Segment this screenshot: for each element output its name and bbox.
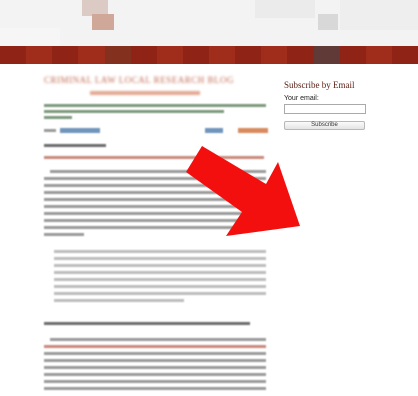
nav-item[interactable] <box>104 46 131 64</box>
article-meta-line <box>90 91 200 95</box>
comments-link[interactable] <box>44 144 106 147</box>
paragraph-line <box>50 338 266 341</box>
main-nav-bar[interactable] <box>0 46 418 64</box>
paragraph-line <box>44 233 84 236</box>
nav-item[interactable] <box>391 46 418 64</box>
paragraph-line <box>44 387 266 390</box>
nav-item[interactable] <box>313 46 340 64</box>
quote-line <box>54 285 266 288</box>
nav-item[interactable] <box>0 46 27 64</box>
share-button[interactable] <box>60 128 100 133</box>
nav-item[interactable] <box>182 46 209 64</box>
subscribe-button[interactable]: Subscribe <box>284 121 365 130</box>
header-graphic-blur <box>255 0 315 18</box>
subscribe-widget: Subscribe by Email Your email: Subscribe <box>284 80 414 130</box>
paragraph-line <box>44 366 266 369</box>
nav-item[interactable] <box>52 46 79 64</box>
header-graphic-blur-left <box>0 28 60 46</box>
quote-line <box>54 257 266 260</box>
nav-item[interactable] <box>130 46 157 64</box>
byline-text <box>44 110 224 113</box>
paragraph-line <box>44 380 266 383</box>
paragraph-line <box>44 352 266 355</box>
header-logo-blur-lower <box>92 14 114 30</box>
nav-item[interactable] <box>209 46 236 64</box>
paragraph-link-line[interactable] <box>44 345 266 348</box>
quote-line <box>54 271 266 274</box>
share-button[interactable] <box>205 128 223 133</box>
subscribe-title: Subscribe by Email <box>284 80 355 90</box>
share-button[interactable] <box>238 128 268 133</box>
red-arrow-icon <box>186 146 300 236</box>
nav-item[interactable] <box>156 46 183 64</box>
quote-line <box>54 292 266 295</box>
nav-item[interactable] <box>26 46 53 64</box>
section-subheading <box>44 322 250 325</box>
paragraph-line <box>44 359 266 362</box>
byline-text <box>44 116 72 119</box>
quote-line <box>54 299 184 302</box>
header-graphic-blur-right <box>340 0 418 30</box>
byline-text <box>44 104 266 107</box>
nav-item[interactable] <box>235 46 262 64</box>
email-label: Your email: <box>284 95 319 102</box>
nav-item[interactable] <box>339 46 366 64</box>
post-date <box>44 129 56 132</box>
nav-item[interactable] <box>261 46 288 64</box>
nav-item[interactable] <box>365 46 392 64</box>
quote-line <box>54 278 266 281</box>
nav-item[interactable] <box>78 46 105 64</box>
header-graphic-blur-dark <box>318 14 338 30</box>
nav-item[interactable] <box>287 46 314 64</box>
email-input[interactable] <box>284 104 366 114</box>
site-header <box>0 0 418 46</box>
red-arrow-shape <box>186 146 300 236</box>
quote-line <box>54 264 266 267</box>
article-title[interactable]: CRIMINAL LAW LOCAL RESEARCH BLOG <box>44 76 268 85</box>
paragraph-line <box>44 373 266 376</box>
